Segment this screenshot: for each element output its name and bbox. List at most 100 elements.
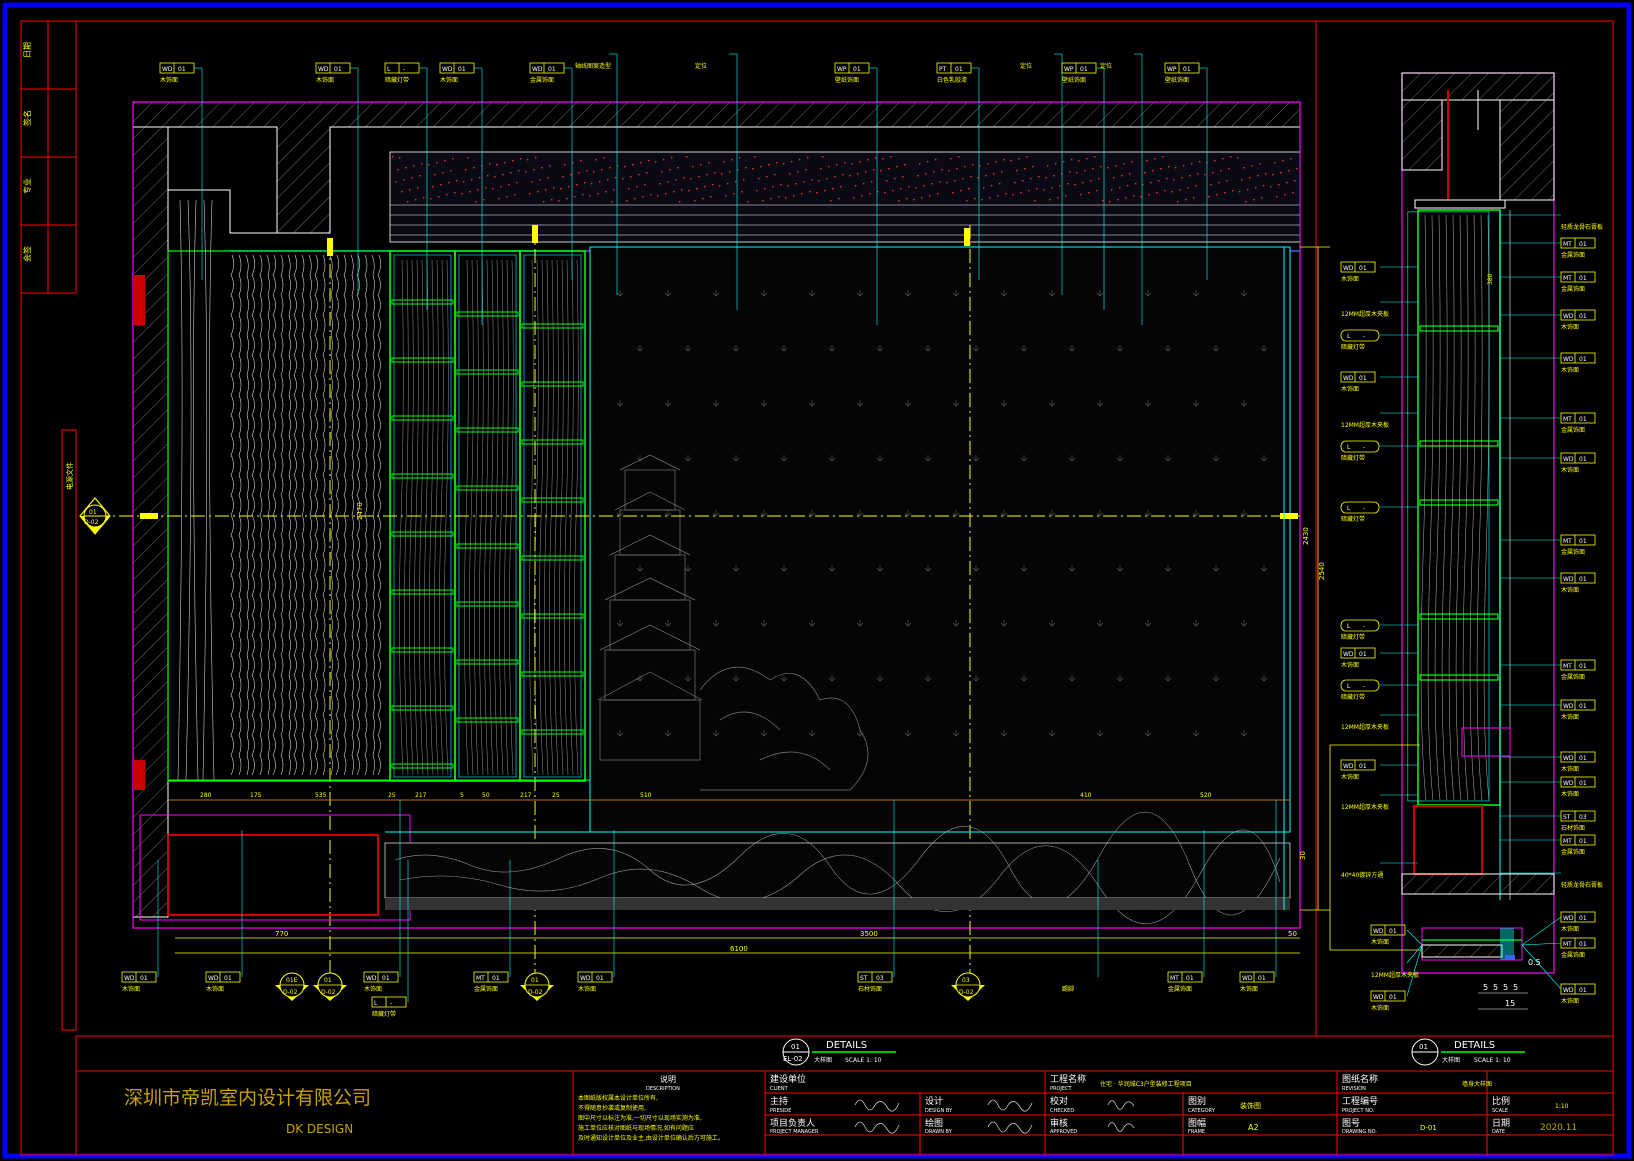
ceiling-dot: [607, 179, 609, 181]
bottom-marker-1-num: 01E: [286, 977, 298, 984]
section-left-tag-10-label: 暗藏灯带: [1341, 693, 1365, 701]
ceiling-dot: [962, 178, 964, 180]
ceiling-dot: [919, 163, 921, 165]
ceiling-dot: [890, 156, 892, 158]
ceiling-dot: [525, 171, 527, 173]
ceiling-dot: [723, 161, 725, 163]
ceiling-dot: [405, 167, 407, 169]
section-right-tag-13-badge-code: WD: [1563, 780, 1574, 787]
ceiling-dot: [1034, 200, 1036, 202]
ceiling-dot: [1113, 177, 1115, 179]
top-tag-8-label: 壁纸饰面: [835, 76, 859, 84]
section-right-tag-9: WD 01木饰面: [1500, 572, 1596, 594]
row-design: 设计: [925, 1095, 943, 1107]
ceiling-dot: [527, 159, 529, 161]
detail-right-tag-2-badge-code: MT: [1563, 941, 1572, 948]
section-left-tag-1-badge-num: 01: [1359, 265, 1367, 272]
ceiling-dot: [500, 186, 502, 188]
bottom-tag-2-badge-label: 木饰面: [206, 985, 224, 993]
ceiling-dot: [1036, 188, 1038, 190]
dim-row-11: 410: [1080, 792, 1092, 799]
ceiling-dot: [917, 175, 919, 177]
detail-right-tag-3-badge: WD 01木饰面: [1560, 983, 1596, 1005]
shelf-grain: [399, 259, 404, 776]
ceiling-dot: [880, 170, 882, 172]
shelf-grain: [499, 259, 504, 776]
detail-right-tag-1-badge-label: 木饰面: [1561, 925, 1579, 933]
ceiling-dot: [1016, 170, 1018, 172]
ceiling-dot: [900, 188, 902, 190]
dim-row-12: 520: [1200, 792, 1212, 799]
ceiling-dot: [512, 160, 514, 162]
top-tag-1-num: 01: [178, 66, 186, 73]
bottom-tag-1-badge-label: 木饰面: [122, 985, 140, 993]
details-main-scale: SCALE 1: 10: [845, 1057, 882, 1064]
ceiling-dot: [1171, 191, 1173, 193]
ceiling-dot: [774, 174, 776, 176]
ceiling-dot: [1094, 156, 1096, 158]
dim-row-3: 535: [315, 792, 327, 799]
section-left-tag-12-badge: WD 01木饰面: [1340, 759, 1376, 781]
ceiling-dot: [702, 198, 704, 200]
ceiling-dot: [1030, 178, 1032, 180]
ceiling-dot: [454, 192, 456, 194]
ceiling-dot: [582, 194, 584, 196]
ceiling-dot: [729, 171, 731, 173]
ceiling-dot: [1216, 194, 1218, 196]
ceiling-dot: [1100, 166, 1102, 168]
grain-line: [377, 254, 382, 776]
ceiling-dot: [1115, 165, 1117, 167]
bottom-marker-3-ref: D-02: [528, 989, 543, 996]
cad-drawing-sheet: 日期 签名 专业 会签 电源文件 770 3500 6100 50 280 17…: [2, 2, 1632, 1159]
section-right-tag-9-badge-label: 木饰面: [1561, 586, 1579, 594]
section-left-tag-1-badge-label: 木饰面: [1341, 275, 1359, 283]
section-left-tag-11: 12MM超厚木夹板: [1341, 714, 1418, 731]
ceiling-dot: [1125, 197, 1127, 199]
grain-line: [364, 254, 368, 776]
ceiling-dot: [727, 183, 729, 185]
ceiling-dot: [1166, 178, 1168, 180]
ceiling-dot: [958, 156, 960, 158]
section-grain-line: [1420, 214, 1427, 801]
ceiling-dot: [675, 179, 677, 181]
ceiling-dot: [696, 188, 698, 190]
ceiling-dot: [719, 185, 721, 187]
grain-line: [335, 254, 340, 776]
ceiling-dot: [646, 172, 648, 174]
ceiling-dot: [712, 184, 714, 186]
ceiling-dot: [1278, 184, 1280, 186]
section-left-tag-8-label: 暗藏灯带: [1341, 633, 1365, 641]
ceiling-dot: [1286, 182, 1288, 184]
section-left-tag-14-badge: 40*40镀锌方通: [1341, 871, 1383, 879]
ceiling-dot: [1022, 180, 1024, 182]
ceiling-dot: [1296, 168, 1298, 170]
client-label: 建设单位: [770, 1073, 806, 1085]
ceiling-dot: [1119, 187, 1121, 189]
detail-left-tag-1-badge-code: WD: [1373, 928, 1384, 935]
section-grain-line: [1483, 214, 1490, 801]
grain-line: [371, 254, 375, 776]
section-left-tag-12: WD 01木饰面: [1340, 759, 1418, 781]
grain-line: [293, 254, 298, 776]
top-tag-5-label: 金属饰面: [530, 76, 554, 84]
ceiling-dot: [518, 170, 520, 172]
display-panel: [589, 246, 1291, 833]
ceiling-dot: [1191, 163, 1193, 165]
section-left-tag-3-code: L: [1347, 333, 1351, 340]
ceiling-dot: [498, 198, 500, 200]
dim-row-9: 25: [552, 792, 560, 799]
ceiling-dot: [1183, 165, 1185, 167]
ceiling-dot: [638, 174, 640, 176]
shelf-board: [391, 705, 454, 711]
section-right-tag-14: ST 03 石材饰面: [1500, 810, 1596, 832]
ceiling-dot: [954, 180, 956, 182]
ceiling-dot: [665, 193, 667, 195]
ceiling-dot: [1270, 186, 1272, 188]
top-tag-10-label: 定位: [1020, 62, 1032, 70]
bottom-tag-7-badge-label: 踢脚: [1062, 985, 1074, 993]
shelf-grain: [444, 259, 449, 776]
section-left-tag-9-badge: WD 01木饰面: [1340, 647, 1376, 669]
bottom-tag-9-badge-num: 01: [1258, 975, 1266, 982]
ceiling-dot: [875, 157, 877, 159]
shelf-board: [456, 369, 519, 375]
